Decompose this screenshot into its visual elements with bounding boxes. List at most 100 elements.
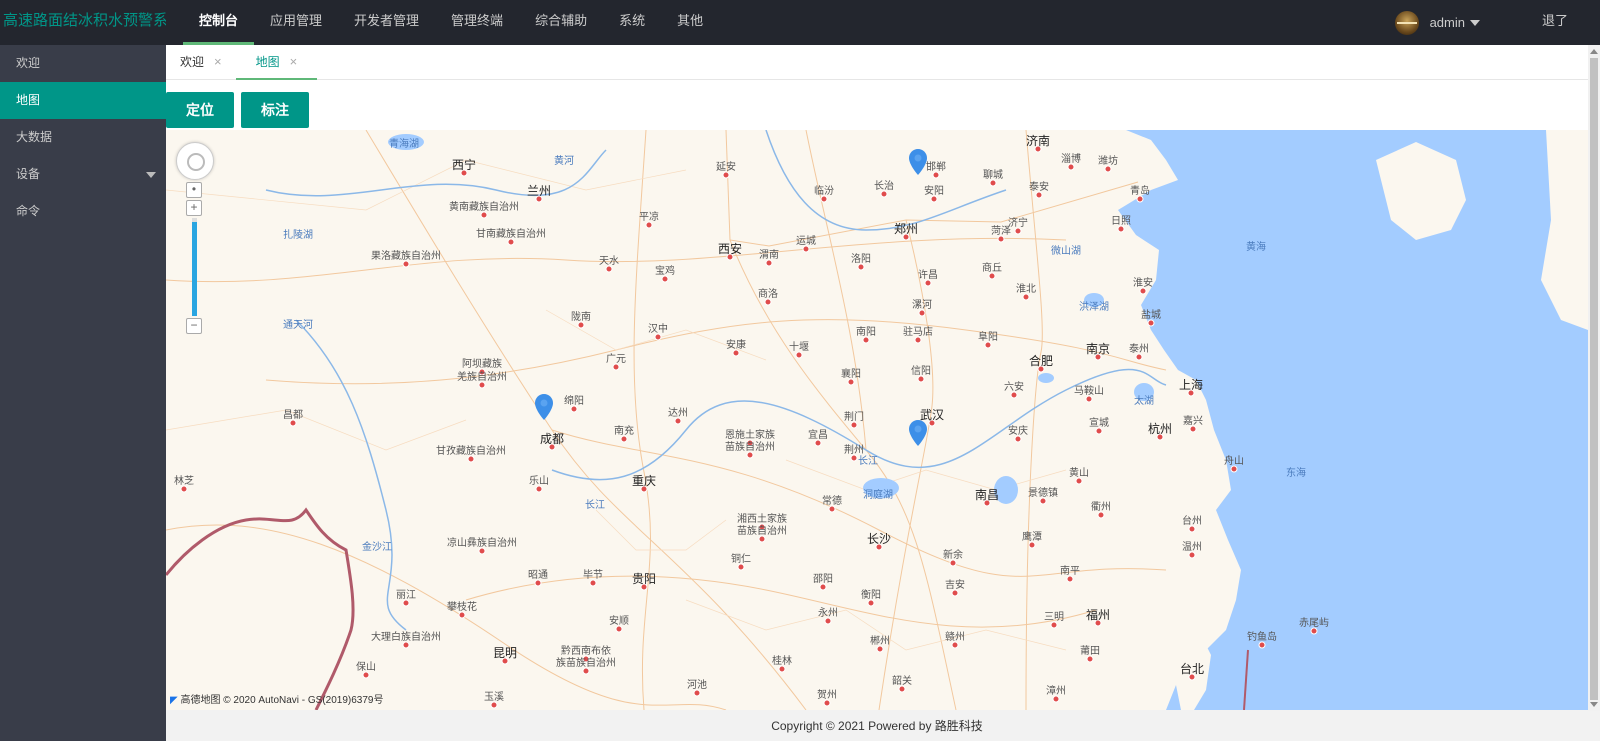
topnav-other[interactable]: 其他 bbox=[661, 0, 719, 45]
map-label: 上海 bbox=[1178, 378, 1204, 392]
map-label: 台北 bbox=[1179, 662, 1205, 676]
attribution-text: 高德地图 © 2020 AutoNavi - GS(2019)6379号 bbox=[180, 695, 384, 706]
map-label: 淄博 bbox=[1061, 154, 1081, 165]
sidebar-item-command[interactable]: 命令 bbox=[0, 193, 166, 230]
map-label: 新余 bbox=[943, 550, 963, 561]
username[interactable]: admin bbox=[1430, 15, 1465, 30]
map-attribution: ◤ 高德地图 © 2020 AutoNavi - GS(2019)6379号 bbox=[170, 691, 384, 706]
map-label: 郑州 bbox=[893, 222, 919, 236]
map-label: 西宁 bbox=[451, 158, 477, 172]
map-label: 贺州 bbox=[817, 690, 837, 701]
sidebar-item-welcome[interactable]: 欢迎 bbox=[0, 45, 166, 82]
map-label: 洪泽湖 bbox=[1079, 302, 1109, 313]
tab-label: 欢迎 bbox=[180, 55, 205, 69]
map-label: 聊城 bbox=[983, 170, 1003, 181]
map-label: 延安 bbox=[716, 162, 736, 173]
zoom-slider[interactable] bbox=[191, 218, 197, 316]
avatar[interactable] bbox=[1394, 10, 1419, 35]
zoom-in-button[interactable]: + bbox=[186, 200, 202, 216]
map-pin-icon[interactable] bbox=[909, 420, 927, 446]
map-label: 潍坊 bbox=[1098, 156, 1118, 167]
scrollbar-thumb[interactable] bbox=[1590, 58, 1598, 700]
map-pan-control[interactable] bbox=[176, 142, 214, 180]
logout-link[interactable]: 退了 bbox=[1542, 0, 1568, 42]
topnav-developer-management[interactable]: 开发者管理 bbox=[338, 0, 435, 45]
rivers-layer bbox=[265, 130, 1167, 631]
sidebar-item-bigdata[interactable]: 大数据 bbox=[0, 119, 166, 156]
map-label: 常德 bbox=[822, 496, 842, 507]
map-label: 凉山彝族自治州 bbox=[447, 538, 517, 549]
map-label: 泰州 bbox=[1129, 344, 1149, 355]
topnav-assist[interactable]: 综合辅助 bbox=[519, 0, 603, 45]
map-label: 林芝 bbox=[174, 476, 194, 487]
user-menu[interactable]: admin bbox=[1394, 0, 1480, 45]
close-icon[interactable]: × bbox=[214, 46, 222, 78]
map-label: 吉安 bbox=[945, 580, 965, 591]
map-label: 赣州 bbox=[945, 632, 965, 643]
map-zoom-control: • + − bbox=[186, 182, 202, 336]
map-label: 漯河 bbox=[912, 300, 932, 311]
map-label: 南昌 bbox=[974, 488, 1000, 502]
tab-label: 地图 bbox=[255, 55, 280, 69]
map-label: 韶关 bbox=[892, 676, 912, 687]
sidebar-item-map[interactable]: 地图 bbox=[0, 82, 166, 119]
app-logo-title[interactable]: 高速路面结冰积水预警系统 bbox=[0, 0, 166, 45]
sidebar-item-label: 设备 bbox=[16, 167, 41, 181]
map-label: 安阳 bbox=[924, 186, 944, 197]
topnav-terminal-management[interactable]: 管理终端 bbox=[435, 0, 519, 45]
map-label: 南京 bbox=[1085, 342, 1111, 356]
map-label: 扎陵湖 bbox=[283, 230, 313, 241]
map-label: 邵阳 bbox=[813, 574, 833, 585]
page-scrollbar[interactable] bbox=[1588, 45, 1600, 711]
map-label: 商洛 bbox=[758, 289, 778, 300]
map-pin-icon[interactable] bbox=[535, 394, 553, 420]
map-label: 舟山 bbox=[1224, 456, 1244, 467]
map-label: 玉溪 bbox=[484, 692, 504, 703]
tab-map[interactable]: 地图 × bbox=[235, 45, 318, 80]
map-label: 盐城 bbox=[1141, 310, 1161, 321]
map-label: 族苗族自治州 bbox=[556, 658, 616, 669]
map-label: 许昌 bbox=[918, 270, 938, 281]
map-label: 荆门 bbox=[844, 412, 864, 423]
mark-button[interactable]: 标注 bbox=[241, 92, 309, 128]
footer: Copyright © 2021 Powered by 路胜科技 bbox=[166, 711, 1588, 741]
map-label: 赤尾屿 bbox=[1299, 618, 1329, 629]
map-label: 信阳 bbox=[911, 366, 931, 377]
map-pin-icon[interactable] bbox=[909, 149, 927, 175]
map-label: 安庆 bbox=[1008, 426, 1028, 437]
map-label: 安顺 bbox=[609, 616, 629, 627]
map-label: 南阳 bbox=[856, 327, 876, 338]
scroll-down-arrow-icon[interactable] bbox=[1590, 702, 1598, 707]
close-icon[interactable]: × bbox=[290, 46, 298, 78]
sidebar-item-device[interactable]: 设备 bbox=[0, 156, 166, 193]
topnav-app-management[interactable]: 应用管理 bbox=[254, 0, 338, 45]
map-label: 汉中 bbox=[648, 324, 668, 335]
zoom-out-button[interactable]: − bbox=[186, 318, 202, 334]
map-label: 金沙江 bbox=[362, 542, 392, 553]
map-label: 河池 bbox=[687, 680, 707, 691]
map-reset-button[interactable]: • bbox=[186, 182, 202, 198]
map-label: 日照 bbox=[1111, 216, 1131, 227]
map-label: 贵阳 bbox=[631, 572, 657, 586]
map-label: 襄阳 bbox=[841, 369, 861, 380]
map-label: 十堰 bbox=[789, 342, 809, 353]
chevron-down-icon[interactable] bbox=[1470, 19, 1480, 26]
map-label: 驻马店 bbox=[903, 327, 933, 338]
map-label: 广元 bbox=[606, 354, 626, 365]
map-view[interactable]: • + − ◤ 高德地图 © 2020 AutoNavi - GS(2019)6… bbox=[166, 130, 1588, 710]
map-label: 宜昌 bbox=[808, 430, 828, 441]
map-label: 泰安 bbox=[1029, 182, 1049, 193]
map-label: 温州 bbox=[1182, 542, 1202, 553]
map-label: 长江 bbox=[858, 456, 878, 467]
zoom-slider-fill bbox=[191, 222, 197, 316]
map-label: 成都 bbox=[539, 432, 565, 446]
topnav-console[interactable]: 控制台 bbox=[183, 0, 255, 45]
scroll-up-arrow-icon[interactable] bbox=[1590, 49, 1598, 54]
map-label: 昌都 bbox=[283, 410, 303, 421]
locate-button[interactable]: 定位 bbox=[166, 92, 234, 128]
amap-logo-icon: ◤ bbox=[170, 695, 178, 706]
tab-welcome[interactable]: 欢迎 × bbox=[166, 45, 236, 79]
map-label: 淮北 bbox=[1016, 284, 1036, 295]
topnav-system[interactable]: 系统 bbox=[603, 0, 661, 45]
map-label: 安康 bbox=[726, 340, 746, 351]
